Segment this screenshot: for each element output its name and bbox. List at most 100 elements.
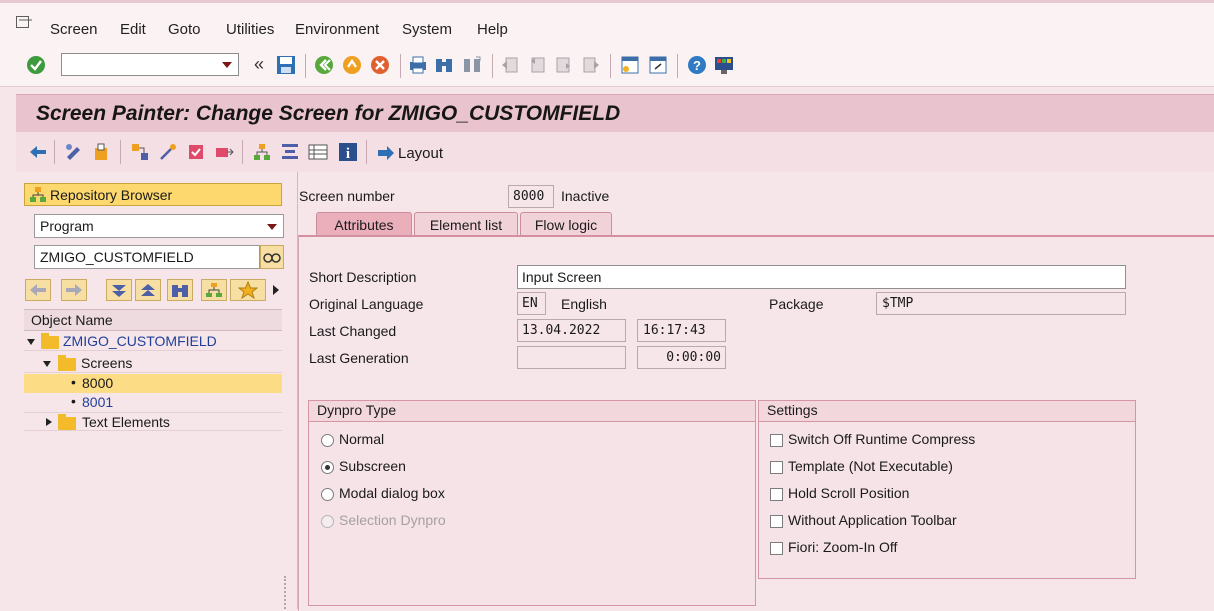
- expand-button[interactable]: [135, 279, 161, 301]
- find-button[interactable]: [167, 279, 193, 301]
- radio-subscreen[interactable]: [321, 461, 334, 474]
- back-icon[interactable]: [314, 55, 334, 75]
- menu-edit[interactable]: Edit: [120, 21, 146, 38]
- screen-status: Inactive: [561, 188, 610, 204]
- glasses-icon: [263, 253, 281, 263]
- checkbox-fiori-zoom-in-off[interactable]: [770, 542, 783, 555]
- layout-label: Layout: [398, 144, 444, 162]
- object-name-value: ZMIGO_CUSTOMFIELD: [40, 249, 194, 265]
- menu-system[interactable]: System: [402, 21, 452, 38]
- expand-icon: [141, 284, 155, 296]
- menu-goto[interactable]: Goto: [168, 21, 201, 38]
- shortcut-icon[interactable]: [648, 55, 668, 75]
- double-chevron-left-icon[interactable]: «: [249, 54, 269, 74]
- customize-layout-icon[interactable]: [714, 55, 734, 75]
- save-icon[interactable]: [276, 55, 296, 75]
- back-arrow-icon[interactable]: [28, 142, 48, 162]
- radio-modal-dialog-box[interactable]: [321, 488, 334, 501]
- next-object-button[interactable]: [61, 279, 87, 301]
- menu-screen[interactable]: Screen: [50, 21, 98, 38]
- hierarchy-icon: [30, 187, 46, 202]
- help-icon[interactable]: ?: [687, 55, 707, 75]
- tree-node-screen-8001[interactable]: • 8001: [24, 393, 282, 412]
- menu-utilities[interactable]: Utilities: [226, 21, 274, 38]
- tab-label: Element list: [429, 217, 503, 233]
- short-description-input[interactable]: Input Screen: [517, 265, 1126, 289]
- where-used-icon[interactable]: [130, 142, 150, 162]
- active-inactive-icon[interactable]: [92, 142, 112, 162]
- exit-icon[interactable]: [342, 55, 362, 75]
- collapse-icon: [112, 285, 126, 297]
- previous-page-icon[interactable]: [527, 55, 547, 75]
- collapse-button[interactable]: [106, 279, 132, 301]
- checkbox-switch-off-runtime-compress[interactable]: [770, 434, 783, 447]
- favorites-button[interactable]: [230, 279, 266, 301]
- element-list-icon[interactable]: [308, 142, 328, 162]
- menu-environment[interactable]: Environment: [295, 21, 379, 38]
- check-wand-icon[interactable]: [158, 142, 178, 162]
- radio-normal[interactable]: [321, 434, 334, 447]
- new-session-icon[interactable]: [620, 55, 640, 75]
- cancel-icon[interactable]: [370, 55, 390, 75]
- short-description-label: Short Description: [309, 269, 417, 285]
- command-field[interactable]: [61, 53, 239, 76]
- bullet-icon: •: [71, 374, 76, 390]
- test-icon[interactable]: [214, 142, 234, 162]
- chevron-down-icon[interactable]: [267, 224, 277, 230]
- hierarchy-button[interactable]: [201, 279, 227, 301]
- binoculars-icon: [172, 285, 188, 297]
- arrow-right-icon: [66, 284, 82, 296]
- checkbox-template[interactable]: [770, 461, 783, 474]
- bullet-icon: •: [71, 393, 76, 409]
- tree-node-screens[interactable]: Screens: [24, 354, 282, 373]
- repository-browser-button[interactable]: Repository Browser: [24, 183, 282, 206]
- info-icon[interactable]: i: [338, 142, 358, 162]
- print-icon[interactable]: [408, 55, 428, 75]
- tree-node-program[interactable]: ZMIGO_CUSTOMFIELD: [24, 332, 282, 351]
- dynpro-type-header: Dynpro Type: [309, 401, 755, 422]
- hierarchy-icon[interactable]: [280, 142, 300, 162]
- display-button[interactable]: [260, 245, 284, 269]
- radio-modal-dialog-box-label: Modal dialog box: [339, 485, 445, 501]
- chevron-down-icon[interactable]: [222, 62, 232, 68]
- object-list-icon[interactable]: [252, 142, 272, 162]
- dynpro-type-title: Dynpro Type: [317, 402, 397, 418]
- find-next-icon[interactable]: [462, 55, 482, 75]
- package-field: $TMP: [876, 292, 1126, 315]
- package-value: $TMP: [882, 296, 914, 311]
- tree-node-text-elements[interactable]: Text Elements: [24, 412, 282, 431]
- tree-node-label: 8000: [82, 375, 114, 391]
- menu-help[interactable]: Help: [477, 21, 508, 38]
- find-icon[interactable]: [434, 55, 454, 75]
- checkbox-hold-scroll-position[interactable]: [770, 488, 783, 501]
- menu-icon[interactable]: [16, 16, 32, 28]
- svg-text:?: ?: [693, 58, 701, 73]
- display-change-icon[interactable]: [64, 142, 84, 162]
- enter-icon[interactable]: [26, 55, 46, 75]
- tree-node-screen-8000[interactable]: • 8000: [24, 374, 282, 393]
- more-icon[interactable]: [273, 285, 279, 295]
- chevron-right-icon[interactable]: [46, 418, 52, 426]
- last-page-icon[interactable]: [581, 55, 601, 75]
- previous-object-button[interactable]: [25, 279, 51, 301]
- activate-icon[interactable]: [186, 142, 206, 162]
- first-page-icon[interactable]: [500, 55, 520, 75]
- checkbox-without-application-toolbar[interactable]: [770, 515, 783, 528]
- chevron-down-icon[interactable]: [43, 361, 51, 367]
- language-code-value: EN: [522, 296, 538, 311]
- object-name-input[interactable]: ZMIGO_CUSTOMFIELD: [34, 245, 260, 269]
- last-generation-time-value: 0:00:00: [666, 350, 721, 365]
- object-type-dropdown[interactable]: Program: [34, 214, 284, 238]
- tab-flow-logic[interactable]: Flow logic: [520, 212, 612, 236]
- original-language-label: Original Language: [309, 296, 424, 312]
- tab-label: Flow logic: [534, 217, 598, 233]
- layout-button[interactable]: Layout: [376, 143, 443, 163]
- chevron-down-icon[interactable]: [27, 339, 35, 345]
- star-icon: [238, 281, 258, 299]
- tab-element-list[interactable]: Element list: [414, 212, 518, 236]
- settings-header: Settings: [759, 401, 1135, 422]
- tab-attributes[interactable]: Attributes: [316, 212, 412, 236]
- last-generation-time-field: 0:00:00: [637, 346, 726, 369]
- next-page-icon[interactable]: [554, 55, 574, 75]
- splitter-handle[interactable]: [284, 576, 291, 609]
